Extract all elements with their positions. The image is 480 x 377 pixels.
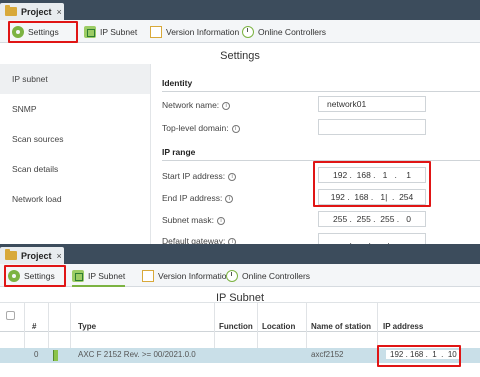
settings-panel: Project × Settings IP Subnet Version Inf… <box>0 0 480 244</box>
column-header-station[interactable]: Name of station <box>311 322 371 331</box>
info-icon[interactable]: i <box>225 194 234 203</box>
settings-button-label: Settings <box>24 270 55 281</box>
document-tabbar: Project × <box>0 0 480 20</box>
document-tabbar: Project × <box>0 244 480 264</box>
network-icon <box>72 269 84 282</box>
settings-button[interactable]: Settings <box>12 23 59 43</box>
subnet-mask-field[interactable]: 255 . 255 . 255 . 0 <box>318 211 426 227</box>
folder-icon <box>5 5 17 16</box>
default-gateway-label: Default gateway: i <box>162 236 237 244</box>
close-icon[interactable]: × <box>57 251 62 261</box>
nav-divider <box>150 64 151 244</box>
row-ip-address-field[interactable]: 192 . 168 . 1 . 10 <box>386 350 461 359</box>
column-header-location[interactable]: Location <box>262 322 295 331</box>
controller-module-icon <box>53 350 58 361</box>
nav-item-network-load[interactable]: Network load <box>0 184 150 214</box>
ip-subnet-button-label: IP Subnet <box>100 26 138 37</box>
column-header-type[interactable]: Type <box>78 322 96 331</box>
settings-button[interactable]: Settings <box>8 267 55 284</box>
identity-section-title: Identity <box>162 78 480 92</box>
settings-icon <box>12 25 24 38</box>
info-icon[interactable]: i <box>231 124 240 133</box>
project-tab[interactable]: Project × <box>0 247 64 264</box>
info-icon[interactable]: i <box>216 216 225 225</box>
nav-item-ip-subnet[interactable]: IP subnet <box>0 64 150 94</box>
row-type: AXC F 2152 Rev. >= 00/2021.0.0 <box>78 350 196 359</box>
project-tab-title: Project <box>21 250 52 261</box>
column-divider <box>70 302 71 350</box>
row-index: 0 <box>34 350 39 359</box>
online-controllers-button-label: Online Controllers <box>242 270 311 281</box>
top-level-domain-field[interactable] <box>318 119 426 135</box>
column-divider <box>257 302 258 350</box>
version-information-button-label: Version Information <box>158 270 232 281</box>
info-icon[interactable]: i <box>228 172 237 181</box>
page-title: Settings <box>220 50 260 62</box>
version-information-button[interactable]: Version Information <box>142 267 231 284</box>
end-ip-field[interactable]: 192 . 168 . 1| . 254 <box>318 189 426 205</box>
network-icon <box>84 25 96 38</box>
settings-nav: IP subnet SNMP Scan sources Scan details… <box>0 64 150 214</box>
clock-icon <box>226 269 238 282</box>
column-divider <box>306 302 307 350</box>
editor-toolbar: Settings IP Subnet Version Information O… <box>0 20 480 43</box>
network-name-label: Network name: i <box>162 100 231 110</box>
column-header-function[interactable]: Function <box>219 322 253 331</box>
nav-item-scan-sources[interactable]: Scan sources <box>0 124 150 154</box>
ip-subnet-button[interactable]: IP Subnet <box>84 23 137 40</box>
project-tab[interactable]: Project × <box>0 3 64 20</box>
version-information-button-label: Version Information <box>166 26 240 37</box>
column-divider <box>24 302 25 350</box>
column-divider <box>377 302 378 350</box>
end-ip-label: End IP address: i <box>162 193 234 203</box>
nav-item-snmp[interactable]: SNMP <box>0 94 150 124</box>
start-ip-label: Start IP address: i <box>162 171 237 181</box>
info-icon[interactable]: i <box>222 101 231 110</box>
document-icon <box>142 269 154 282</box>
ip-subnet-button-label: IP Subnet <box>88 270 126 281</box>
ip-subnet-button[interactable]: IP Subnet <box>72 267 126 287</box>
column-divider <box>48 302 49 350</box>
settings-icon <box>8 269 20 282</box>
version-information-button[interactable]: Version Information <box>150 23 239 40</box>
online-controllers-button[interactable]: Online Controllers <box>226 267 310 284</box>
online-controllers-button-label: Online Controllers <box>258 26 327 37</box>
row-station-name[interactable]: axcf2152 <box>311 350 343 359</box>
document-icon <box>150 25 162 38</box>
ip-range-section-title: IP range <box>162 147 480 161</box>
online-controllers-button[interactable]: Online Controllers <box>242 23 326 40</box>
settings-button-label: Settings <box>28 26 59 37</box>
default-gateway-field[interactable]: . . . <box>318 233 426 244</box>
close-icon[interactable]: × <box>57 7 62 17</box>
column-header-ip-address[interactable]: IP address <box>383 322 423 331</box>
top-level-domain-label: Top-level domain: i <box>162 123 240 133</box>
clock-icon <box>242 25 254 38</box>
column-header-index[interactable]: # <box>32 322 36 331</box>
nav-item-scan-details[interactable]: Scan details <box>0 154 150 184</box>
column-divider <box>214 302 215 350</box>
network-name-field[interactable]: network01 <box>318 96 426 112</box>
ip-subnet-panel: Project × Settings IP Subnet Version Inf… <box>0 244 480 377</box>
folder-icon <box>5 249 17 260</box>
start-ip-field[interactable]: 192 . 168 . 1 . 1 <box>318 167 426 183</box>
subnet-mask-label: Subnet mask: i <box>162 215 225 225</box>
project-tab-title: Project <box>21 6 52 17</box>
filter-icon[interactable] <box>6 311 15 320</box>
editor-toolbar: Settings IP Subnet Version Information O… <box>0 264 480 287</box>
